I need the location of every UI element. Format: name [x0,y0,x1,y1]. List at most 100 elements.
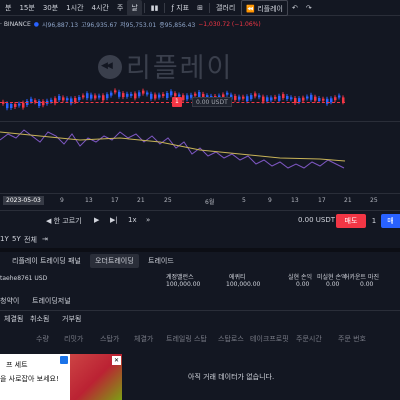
candle-body [162,94,165,97]
candle-body [250,95,253,100]
col-takeprofit[interactable]: 테이크프로핏 [250,334,289,344]
tab-filled[interactable]: 체결됨 [4,314,23,324]
interval-week[interactable]: 주 [113,0,127,16]
play-icon[interactable]: ▶ [94,216,99,224]
candle-body [306,96,309,99]
rewind-icon: ⏪ [246,4,258,13]
price-chart[interactable] [0,30,400,193]
close-icon[interactable]: ✕ [112,356,121,365]
interval-day[interactable]: 날 [127,0,142,16]
candle-body [166,93,169,98]
ad-banner[interactable]: 프 세트 을 사로잡아 보세요! ✕ [0,354,122,400]
candle-body [174,93,177,97]
range-5y[interactable]: 5Y [12,235,21,243]
ad-info-icon[interactable] [60,356,68,364]
candle-body [182,95,185,101]
time-axis[interactable]: 2023-05-03 9 13 17 21 25 6월 5 9 13 17 21… [0,193,400,206]
replay-control-bar: ◀ 한 고르기 ▶ ▶| 1x » 0.00 USDT 매도 1 매 [0,210,400,230]
toolbar-divider [143,2,145,13]
candle-body [258,95,261,98]
interval-1h[interactable]: 1시간 [62,0,87,16]
candle-body [102,95,105,101]
ad-subtitle: 을 사로잡아 보세요! [0,375,59,383]
candle-body [278,95,281,101]
replay-trading-panel: 리플레이 트레이딩 패널 오더트레이딩 트레이드 taehe8761 USD 계… [0,248,400,400]
status-dot-icon: ● [33,20,40,28]
undo-icon[interactable]: ↶ [288,0,302,16]
time-tick: 9 [268,197,272,204]
candle-body [98,95,101,98]
tab-trades[interactable]: 트레이드 [148,256,174,266]
tab-rejected[interactable]: 거부됨 [62,314,81,324]
candle-body [18,103,21,106]
interval-4h[interactable]: 4시간 [88,0,113,16]
candle-body [66,98,69,101]
col-fill[interactable]: 체결가 [134,334,153,344]
col-qty[interactable]: 수량 [36,334,49,344]
time-axis-date: 2023-05-03 [3,196,44,205]
symbol-info-bar: · BINANCE ● 시96,887.13 고96,935.67 저95,75… [0,18,261,30]
ohlc-open: 시96,887.13 [42,21,79,29]
ohlc-change: −1,030.72 (−1.06%) [198,20,261,28]
sell-button[interactable]: 매도 [336,214,366,228]
candle-body [6,103,9,109]
toolbar-divider [208,2,210,13]
indicators-button[interactable]: ƒ 지표 [167,0,193,16]
time-tick: 25 [164,197,172,204]
candle-body [154,94,157,99]
candle-body [94,95,97,99]
candle-body [338,95,341,98]
tab-cancelled[interactable]: 취소됨 [30,314,49,324]
candle-body [82,95,85,98]
col-order-id[interactable]: 주문 번호 [338,334,366,344]
fast-forward-icon[interactable]: » [146,216,150,224]
interval-30m[interactable]: 30분 [39,0,62,16]
tab-journal[interactable]: 트레이딩저널 [32,296,71,306]
pane-divider[interactable] [0,121,400,122]
account-selector[interactable]: taehe8761 USD [0,275,47,282]
replay-button[interactable]: ⏪ 리플레이 [241,0,288,16]
candle-body [286,96,289,99]
col-stoploss[interactable]: 스탑로스 [218,334,244,344]
tab-replay-trading[interactable]: 리플레이 트레이딩 패널 [12,256,81,266]
goto-date-icon[interactable]: ⇥ [42,235,48,243]
buy-button[interactable]: 매 [381,214,400,228]
select-bar-button[interactable]: ◀ 한 고르기 [46,216,82,226]
col-stop[interactable]: 스탑가 [100,334,119,344]
time-tick: 21 [137,197,145,204]
panel-subtabs: 청약이 트레이딩저널 [0,296,400,308]
candle-body [86,93,89,99]
position-marker[interactable]: 1 [172,97,182,107]
col-trailing[interactable]: 트레일링 스탑 [166,334,207,344]
time-tick: 21 [344,197,352,204]
range-1y[interactable]: 1Y [0,235,9,243]
position-pnl-label: 0.00 USDT [192,97,232,107]
empty-state-message: 아직 거래 데이터가 없습니다. [188,373,275,381]
speed-button[interactable]: 1x [128,216,137,224]
candle-body [226,92,229,95]
time-tick: 17 [111,197,119,204]
toolbar-divider [164,2,166,13]
equity-label: 에퀴티 [229,274,246,281]
candle-style-icon[interactable]: ▮▮ [147,0,163,16]
interval-1m[interactable]: 분 [1,0,15,16]
candle-body [118,91,121,97]
ohlc-high: 고96,935.67 [81,21,118,29]
time-tick: 25 [370,197,378,204]
quantity-field[interactable]: 1 [369,214,379,228]
time-tick: 6월 [205,199,215,206]
interval-15m[interactable]: 15분 [15,0,38,16]
col-time[interactable]: 주문시간 [296,334,322,344]
tab-order-trading[interactable]: 오더트레이딩 [90,254,139,268]
candle-body [110,92,113,96]
col-limit[interactable]: 리밋가 [64,334,83,344]
range-all[interactable]: 전체 [24,235,37,245]
layout-grid-icon[interactable]: ⊞ [193,0,207,16]
candle-body [270,97,273,101]
account-summary: taehe8761 USD 계정밸런스 100,000.00 에퀴티 100,0… [0,272,400,296]
gallery-button[interactable]: 갤러리 [212,0,239,16]
step-forward-icon[interactable]: ▶| [110,216,118,224]
candle-body [246,96,249,102]
redo-icon[interactable]: ↷ [302,0,316,16]
tab-orders[interactable]: 청약이 [0,296,19,306]
